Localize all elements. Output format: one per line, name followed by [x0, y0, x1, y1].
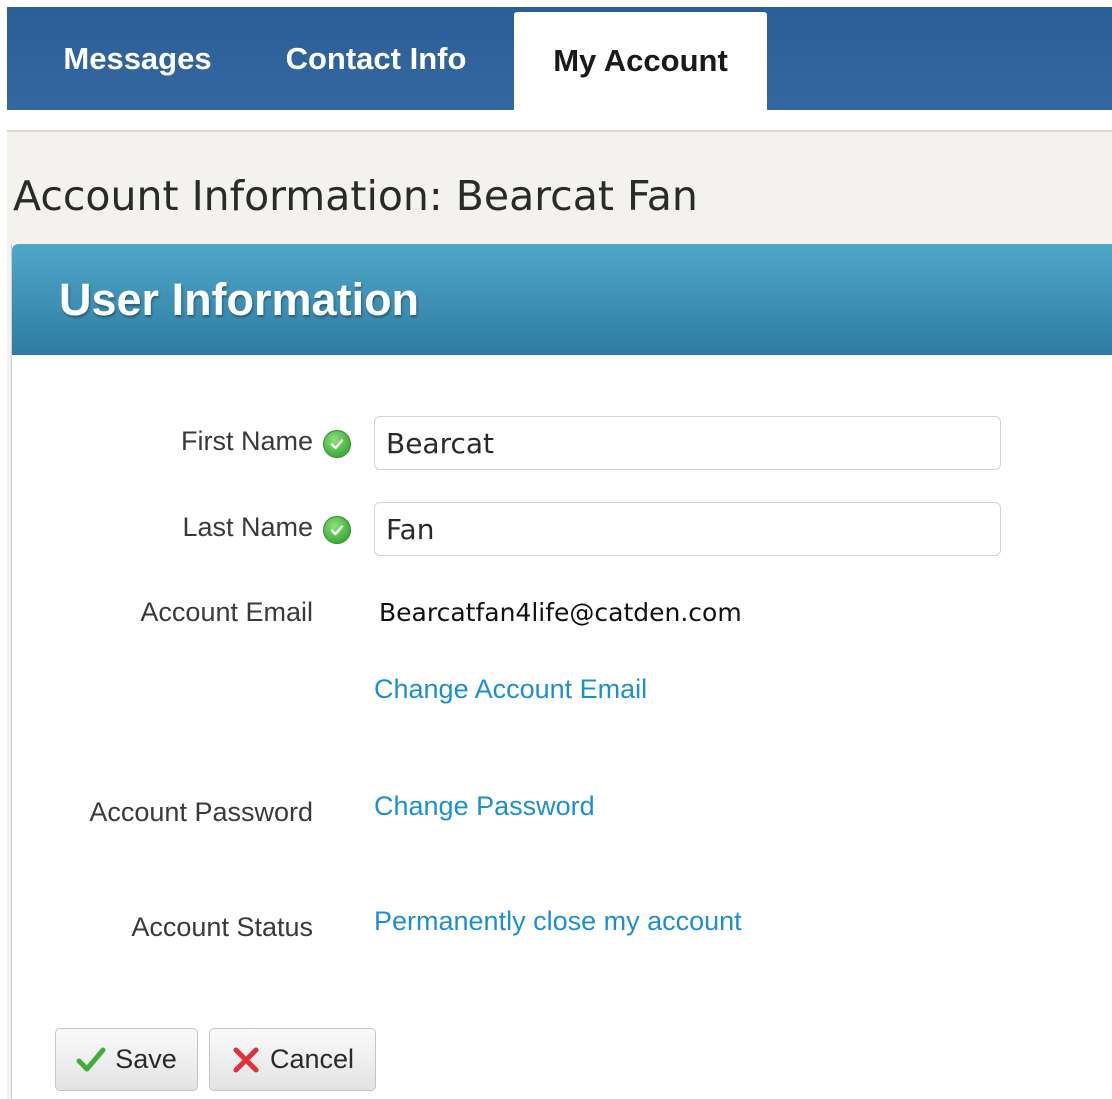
account-email-value: Bearcatfan4life@catden.com — [379, 598, 742, 627]
last-name-input[interactable] — [374, 502, 1001, 556]
save-button-label: Save — [115, 1044, 177, 1074]
panel-title: User Information — [59, 273, 420, 325]
tab-divider — [7, 130, 1112, 132]
cancel-button[interactable]: Cancel — [209, 1028, 376, 1091]
first-name-check-icon — [323, 430, 351, 458]
cancel-button-label: Cancel — [269, 1044, 355, 1074]
user-information-panel: User Information First Name Last Name Ac… — [11, 244, 1112, 1099]
x-icon — [233, 1047, 259, 1072]
tab-messages[interactable]: Messages — [25, 7, 250, 110]
account-status-label: Account Status — [131, 912, 313, 942]
checkmark-icon — [76, 1047, 106, 1071]
last-name-check-icon — [323, 516, 351, 544]
account-password-label: Account Password — [89, 797, 313, 827]
last-name-label: Last Name — [182, 512, 313, 542]
close-account-link[interactable]: Permanently close my account — [374, 906, 742, 937]
first-name-label: First Name — [180, 426, 313, 456]
tab-my-account[interactable]: My Account — [514, 12, 767, 117]
tab-contact-info[interactable]: Contact Info — [251, 7, 501, 110]
panel-header: User Information — [12, 244, 1112, 355]
change-account-email-link[interactable]: Change Account Email — [374, 674, 647, 705]
tab-bar: Messages Contact Info My Account — [7, 7, 1112, 117]
change-password-link[interactable]: Change Password — [374, 791, 595, 822]
first-name-input[interactable] — [374, 416, 1001, 470]
page-title: Account Information: Bearcat Fan — [13, 172, 698, 220]
account-email-label: Account Email — [140, 597, 313, 627]
save-button[interactable]: Save — [55, 1028, 198, 1091]
